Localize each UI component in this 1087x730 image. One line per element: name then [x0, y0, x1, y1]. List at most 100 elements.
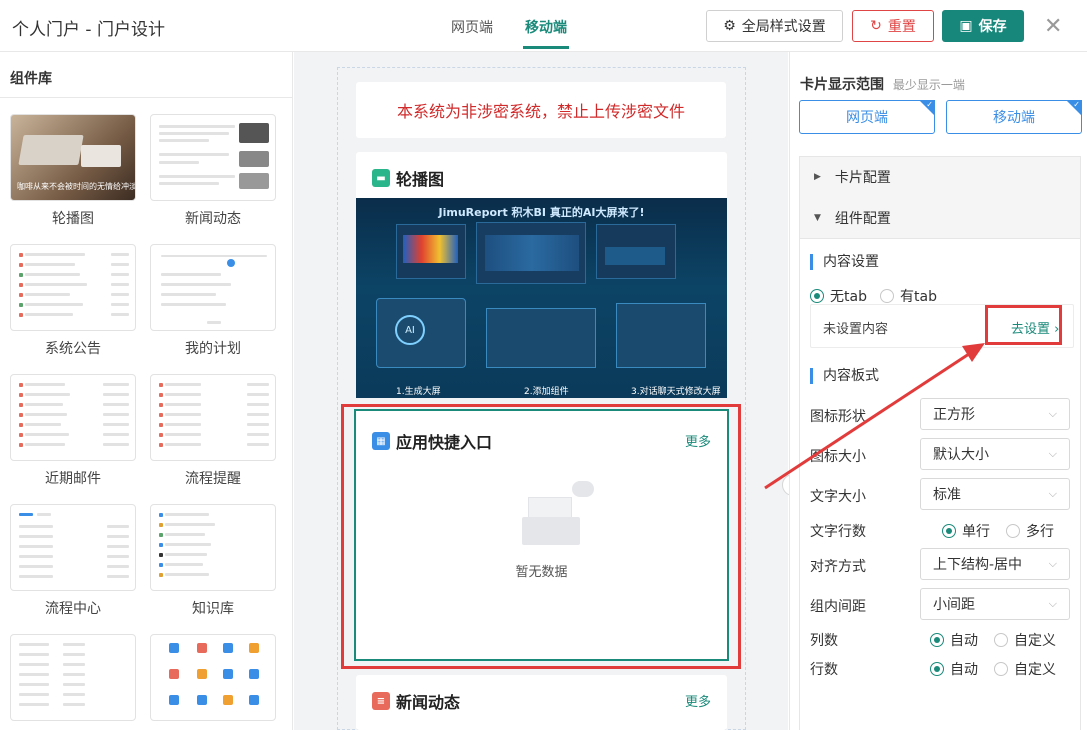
radio-no-tab[interactable]: 无tab: [810, 286, 867, 306]
library-item-plan[interactable]: 我的计划: [150, 244, 276, 358]
radio-has-tab-label: 有tab: [900, 289, 937, 305]
radio-rows-custom-label: 自定义: [1014, 662, 1056, 678]
radio-checked-icon: [930, 633, 944, 647]
banner-step-1: 1.生成大屏: [396, 387, 441, 397]
knowledge-thumb: [150, 504, 276, 591]
selected-component-highlight: [341, 404, 741, 669]
library-item-label: 系统公告: [45, 341, 101, 357]
carousel-banner[interactable]: JimuReport 积木BI 真正的AI大屏来了! AI 1.生成大屏 2.添…: [356, 198, 727, 398]
library-item-flow-remind[interactable]: 流程提醒: [150, 374, 276, 488]
flow-remind-thumb: [150, 374, 276, 461]
flow-center-thumb: [10, 504, 136, 591]
scope-web-label: 网页端: [846, 110, 888, 126]
radio-columns-auto[interactable]: 自动: [930, 630, 978, 650]
radio-columns-auto-label: 自动: [950, 633, 978, 649]
security-warning: 本系统为非涉密系统，禁止上传涉密文件: [356, 82, 726, 138]
document-icon: ≡: [372, 692, 390, 710]
text-size-select[interactable]: 标准 ⌵: [920, 478, 1070, 510]
columns-label: 列数: [810, 633, 838, 649]
global-style-button[interactable]: ⚙ 全局样式设置: [706, 10, 843, 42]
icon-shape-value: 正方形: [933, 407, 975, 423]
padding-select[interactable]: 小间距 ⌵: [920, 588, 1070, 620]
layout-section-title: 内容板式: [810, 368, 879, 384]
library-item-label: 流程中心: [45, 601, 101, 617]
banner-step-2: 2.添加组件: [524, 387, 569, 397]
page-title: 个人门户 - 门户设计: [12, 20, 165, 40]
align-label: 对齐方式: [810, 559, 866, 575]
check-icon: ✓: [926, 100, 933, 109]
radio-checked-icon: [810, 289, 824, 303]
align-select[interactable]: 上下结构-居中 ⌵: [920, 548, 1070, 580]
radio-rows-custom[interactable]: 自定义: [994, 659, 1056, 679]
caret-down-icon: ▼: [814, 212, 821, 223]
news-thumb: [150, 114, 276, 201]
tab-web[interactable]: 网页端: [451, 17, 493, 37]
library-item-flow-center[interactable]: 流程中心: [10, 504, 136, 618]
chevron-down-icon: ⌵: [1048, 597, 1057, 610]
caret-right-icon: ▶: [814, 172, 821, 182]
carousel-thumb: 咖啡从来不会被时间的无情给冲淡: [10, 114, 136, 201]
icon-shape-select[interactable]: 正方形 ⌵: [920, 398, 1070, 430]
radio-unchecked-icon: [994, 633, 1008, 647]
plan-thumb: [150, 244, 276, 331]
no-content-text: 未设置内容: [823, 322, 889, 337]
radio-rows-auto[interactable]: 自动: [930, 659, 978, 679]
news-card-title: 新闻动态: [396, 693, 461, 712]
global-style-label: 全局样式设置: [741, 19, 826, 35]
library-divider: [0, 97, 292, 98]
check-icon: ✓: [1073, 100, 1080, 109]
library-item-knowledge[interactable]: 知识库: [150, 504, 276, 618]
scope-header: 卡片显示范围 最少显示一端: [800, 74, 965, 94]
reset-button[interactable]: ↻ 重置: [852, 10, 934, 42]
carousel-card[interactable]: ▬ 轮播图 JimuReport 积木BI 真正的AI大屏来了! AI 1.生成…: [356, 152, 727, 398]
icon-shape-label: 图标形状: [810, 409, 866, 425]
tab-mobile[interactable]: 移动端: [525, 17, 567, 37]
radio-unchecked-icon: [1006, 524, 1020, 538]
icon-size-select[interactable]: 默认大小 ⌵: [920, 438, 1070, 470]
radio-multi-line[interactable]: 多行: [1006, 521, 1054, 541]
library-item-app-grid[interactable]: [150, 634, 276, 721]
app-grid-thumb: [150, 634, 276, 721]
radio-has-tab[interactable]: 有tab: [880, 286, 937, 306]
align-value: 上下结构-居中: [933, 557, 1023, 573]
radio-columns-custom-label: 自定义: [1014, 633, 1056, 649]
card-config-collapse[interactable]: ▶ 卡片配置: [799, 156, 1081, 198]
library-item-table[interactable]: [10, 634, 136, 721]
radio-single-line-label: 单行: [962, 524, 990, 540]
chevron-down-icon: ⌵: [1048, 487, 1057, 500]
library-item-mail[interactable]: 近期邮件: [10, 374, 136, 488]
rows-label: 行数: [810, 662, 838, 678]
library-item-label: 我的计划: [185, 341, 241, 357]
notice-thumb: [10, 244, 136, 331]
banner-headline: JimuReport 积木BI 真正的AI大屏来了!: [438, 206, 645, 219]
scope-hint: 最少显示一端: [892, 78, 965, 92]
icon-size-value: 默认大小: [933, 447, 989, 463]
mail-thumb: [10, 374, 136, 461]
gear-icon: ⚙: [723, 18, 736, 34]
content-section-title: 内容设置: [810, 254, 879, 270]
refresh-icon: ↻: [870, 18, 882, 34]
library-item-news[interactable]: 新闻动态: [150, 114, 276, 228]
radio-unchecked-icon: [880, 289, 894, 303]
text-size-value: 标准: [933, 487, 961, 503]
save-button[interactable]: ▣ 保存: [942, 10, 1024, 42]
scope-web-option[interactable]: 网页端 ✓: [799, 100, 935, 134]
save-label: 保存: [978, 19, 1007, 35]
component-config-collapse[interactable]: ▼ 组件配置: [799, 197, 1081, 239]
news-card-header: ≡ 新闻动态: [372, 689, 460, 713]
radio-single-line[interactable]: 单行: [942, 521, 990, 541]
library-item-notice[interactable]: 系统公告: [10, 244, 136, 358]
library-title: 组件库: [10, 71, 52, 87]
scope-mobile-option[interactable]: 移动端 ✓: [946, 100, 1082, 134]
radio-columns-custom[interactable]: 自定义: [994, 630, 1056, 650]
text-lines-label: 文字行数: [810, 524, 866, 540]
banner-step-3: 3.对话聊天式修改大屏: [631, 387, 721, 397]
close-icon[interactable]: ✕: [1044, 14, 1062, 39]
scope-mobile-label: 移动端: [993, 110, 1035, 126]
library-item-carousel[interactable]: 咖啡从来不会被时间的无情给冲淡 轮播图: [10, 114, 136, 228]
news-more-link[interactable]: 更多: [685, 691, 711, 710]
padding-label: 组内间距: [810, 599, 866, 615]
library-item-label: 轮播图: [52, 211, 94, 227]
radio-rows-auto-label: 自动: [950, 662, 978, 678]
news-card[interactable]: ≡ 新闻动态 更多: [356, 675, 727, 730]
